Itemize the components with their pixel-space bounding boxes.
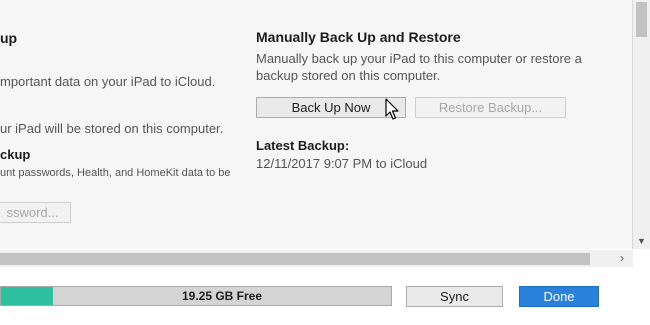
- storage-capacity-bar[interactable]: 19.25 GB Free: [0, 286, 392, 306]
- change-password-button[interactable]: ssword...: [0, 202, 71, 223]
- backups-panel: up mportant data on your iPad to iCloud.…: [0, 0, 633, 249]
- horizontal-scrollbar[interactable]: ›: [0, 250, 633, 267]
- scroll-right-arrow-icon[interactable]: ›: [620, 251, 624, 265]
- horizontal-scroll-thumb[interactable]: [0, 253, 590, 265]
- encrypt-backup-desc: unt passwords, Health, and HomeKit data …: [0, 167, 231, 179]
- vertical-scrollbar[interactable]: ▼: [633, 0, 650, 249]
- latest-backup-heading: Latest Backup:: [256, 138, 350, 153]
- automatic-backup-heading: up: [0, 30, 18, 46]
- restore-backup-button[interactable]: Restore Backup...: [415, 97, 566, 118]
- scroll-down-arrow-icon[interactable]: ▼: [637, 236, 646, 246]
- latest-backup-value: 12/11/2017 9:07 PM to iCloud: [256, 156, 428, 171]
- footer-bar: 19.25 GB Free Sync Done: [0, 267, 650, 325]
- manual-backup-desc-line2: backup stored on this computer.: [256, 68, 441, 83]
- back-up-now-button[interactable]: Back Up Now: [256, 97, 406, 118]
- storage-free-label: 19.25 GB Free: [181, 289, 263, 303]
- manual-backup-desc-line1: Manually back up your iPad to this compu…: [256, 51, 582, 66]
- storage-used-segment: [1, 287, 53, 305]
- vertical-scroll-thumb[interactable]: [636, 2, 647, 37]
- encrypt-backup-label[interactable]: ckup: [0, 147, 30, 162]
- icloud-option-desc: mportant data on your iPad to iCloud.: [0, 74, 216, 89]
- sync-button[interactable]: Sync: [406, 286, 503, 307]
- mouse-cursor-icon: [385, 98, 399, 120]
- manual-backup-heading: Manually Back Up and Restore: [256, 29, 461, 45]
- this-computer-option-desc: ur iPad will be stored on this computer.: [0, 121, 224, 136]
- done-button[interactable]: Done: [519, 286, 599, 307]
